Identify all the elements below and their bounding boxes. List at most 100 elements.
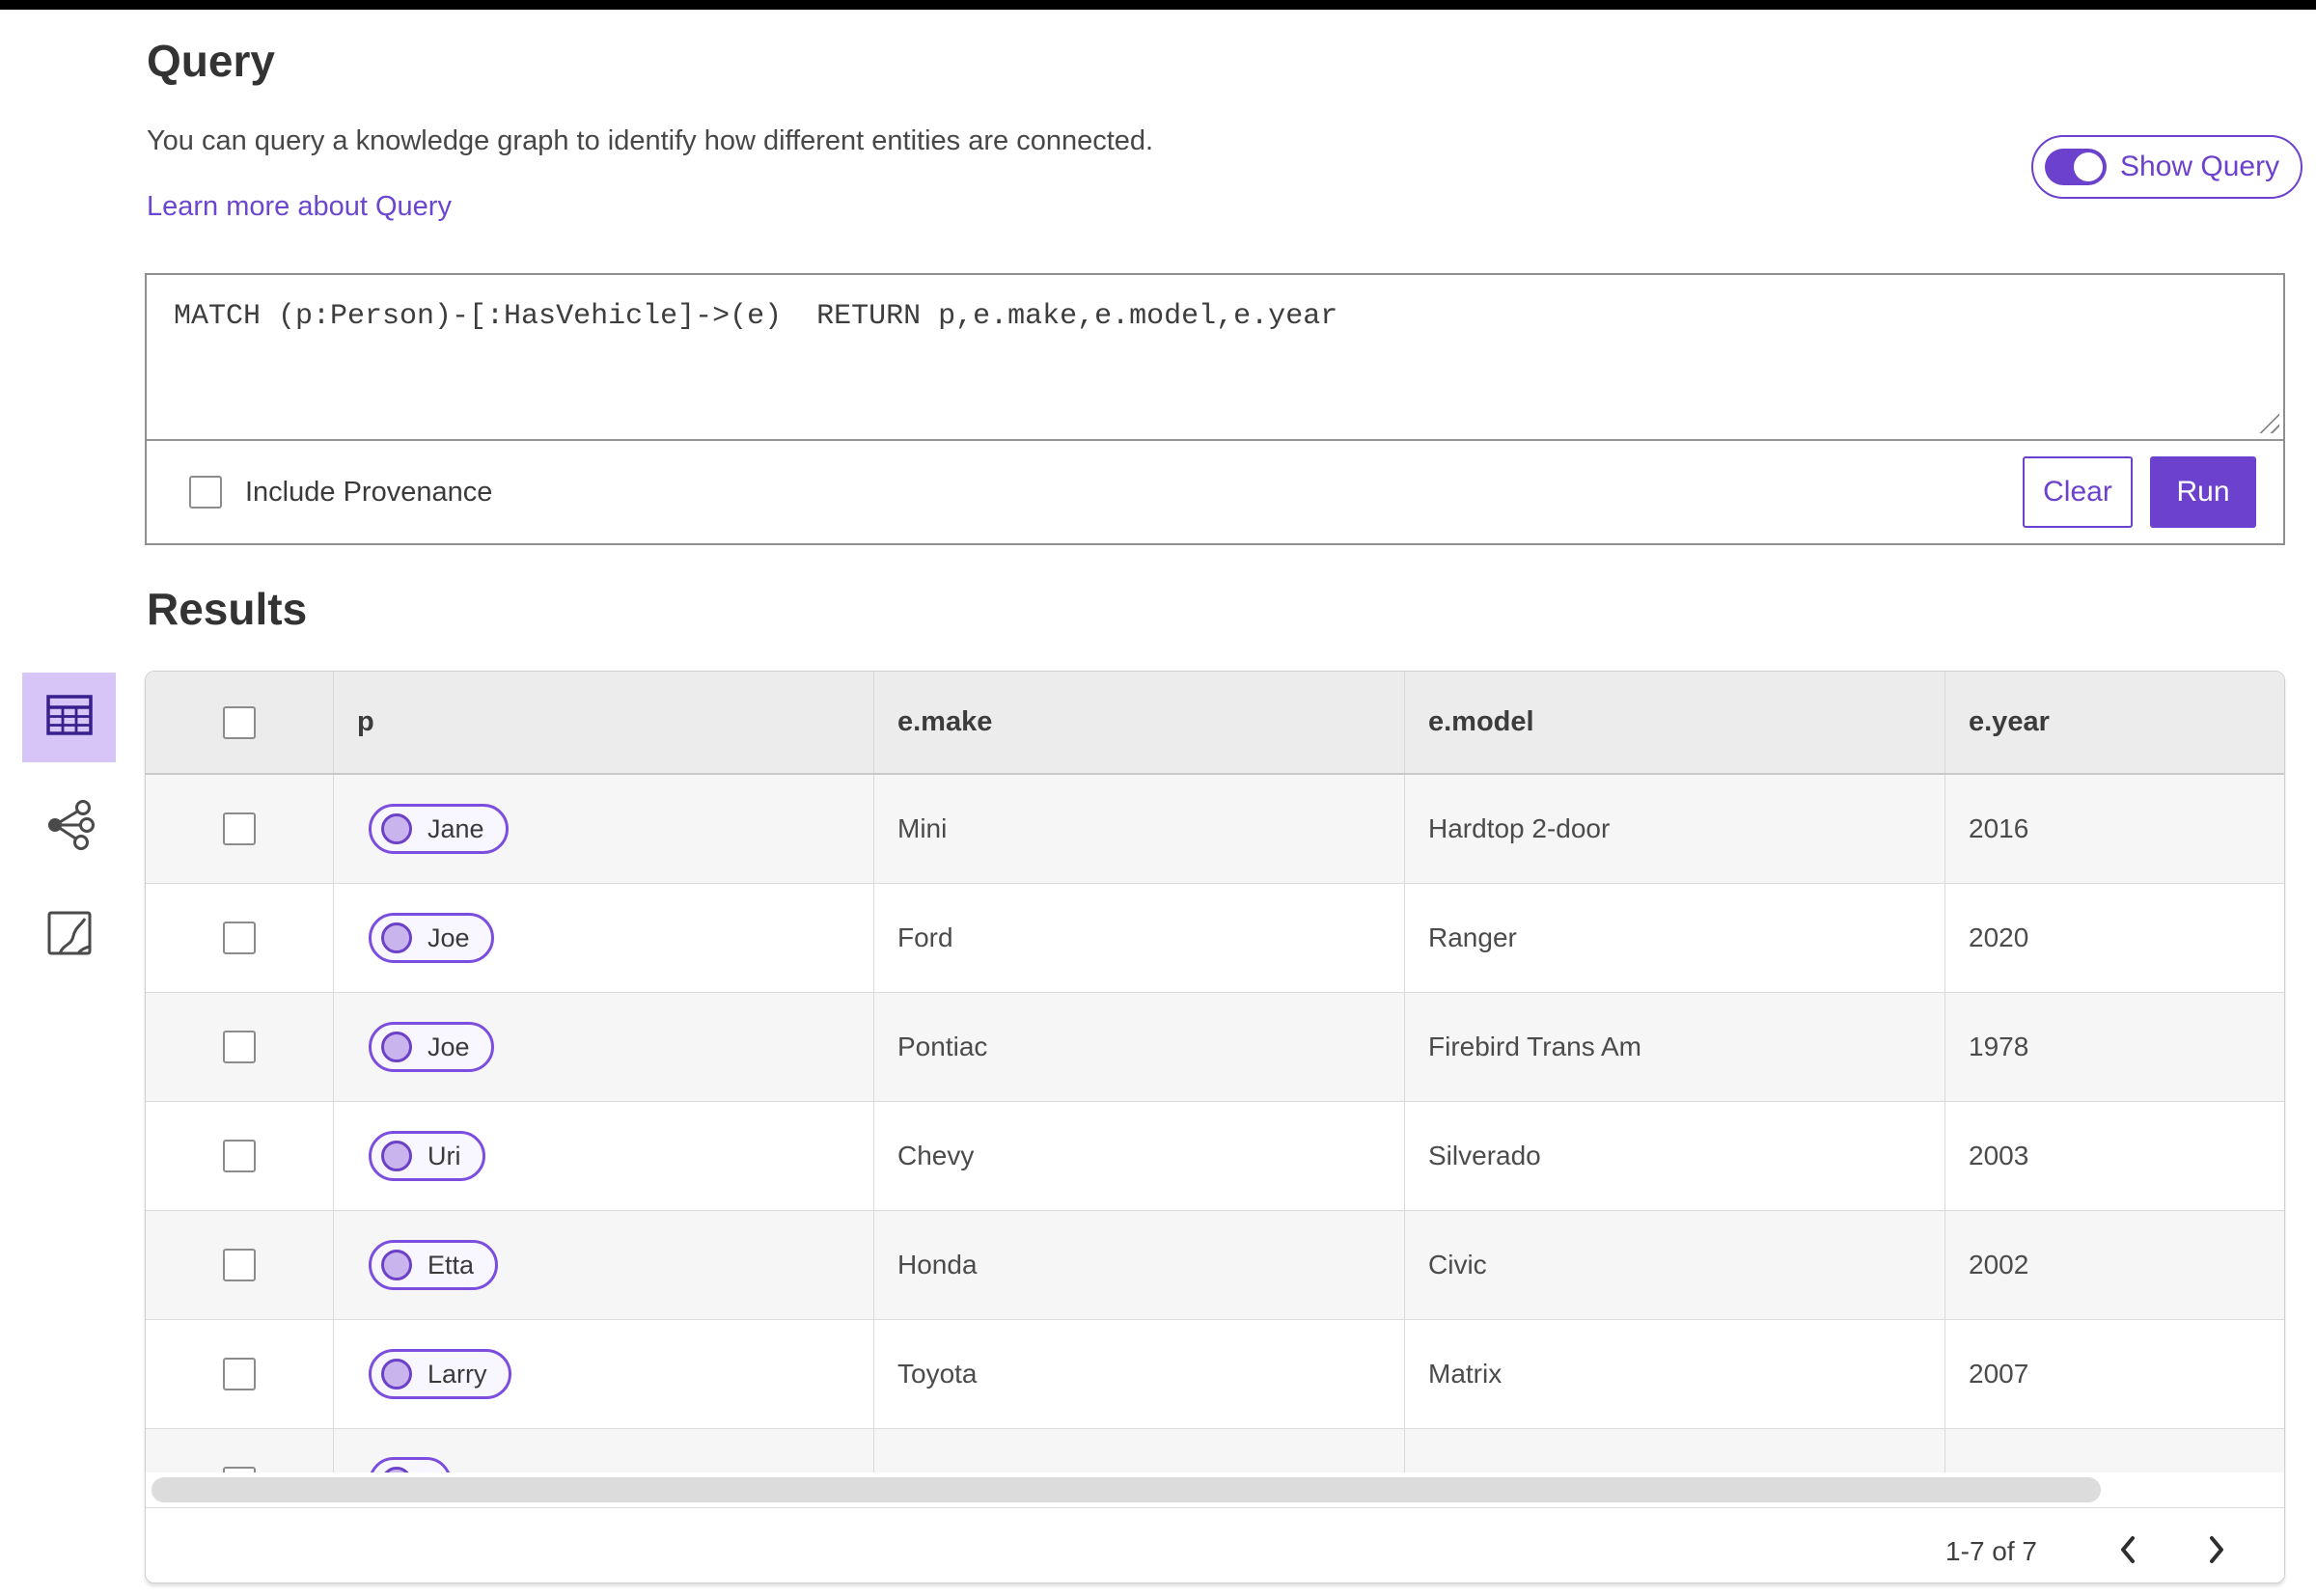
row-checkbox[interactable] xyxy=(223,922,256,954)
table-row: Etta Honda Civic 2002 xyxy=(146,1211,2284,1320)
header-checkbox-cell xyxy=(146,672,334,773)
table-row: Joe Ford Ranger 2020 xyxy=(146,884,2284,993)
table-row-partial xyxy=(146,1429,2284,1472)
show-query-toggle[interactable]: Show Query xyxy=(2031,135,2303,199)
graph-view-icon xyxy=(43,798,96,855)
node-circle-icon xyxy=(381,813,412,844)
pagination-next-button[interactable] xyxy=(2195,1530,2238,1573)
make-cell: Chevy xyxy=(874,1102,1405,1210)
person-cell: Larry xyxy=(334,1320,874,1428)
page-title: Query xyxy=(147,36,275,86)
model-cell: Silverado xyxy=(1405,1102,1945,1210)
model-cell: Firebird Trans Am xyxy=(1405,993,1945,1101)
person-cell: Uri xyxy=(334,1102,874,1210)
table-header-row: p e.make e.model e.year xyxy=(146,672,2284,775)
row-checkbox[interactable] xyxy=(223,812,256,845)
node-circle-icon xyxy=(381,1359,412,1390)
toggle-switch-icon[interactable] xyxy=(2045,149,2107,185)
show-query-label: Show Query xyxy=(2120,151,2280,182)
person-node-pill[interactable]: Uri xyxy=(369,1131,485,1181)
window-top-bar xyxy=(0,0,2316,10)
table-row: Uri Chevy Silverado 2003 xyxy=(146,1102,2284,1211)
person-node-pill[interactable]: Joe xyxy=(369,1022,494,1072)
make-cell: Pontiac xyxy=(874,993,1405,1101)
person-node-label: Larry xyxy=(427,1359,487,1389)
horizontal-scrollbar[interactable] xyxy=(146,1472,2284,1507)
learn-more-link[interactable]: Learn more about Query xyxy=(147,191,452,223)
row-checkbox[interactable] xyxy=(223,1031,256,1063)
chevron-right-icon xyxy=(2207,1534,2226,1568)
person-node-pill[interactable]: Etta xyxy=(369,1240,499,1290)
person-cell: Joe xyxy=(334,884,874,992)
chevron-left-icon xyxy=(2118,1534,2137,1568)
person-cell: Jane xyxy=(334,775,874,883)
row-checkbox-cell xyxy=(146,1102,334,1210)
header-col-make: e.make xyxy=(874,672,1405,773)
include-provenance-checkbox[interactable] xyxy=(189,476,222,509)
person-node-pill[interactable]: Joe xyxy=(369,913,494,963)
query-editor-wrap: MATCH (p:Person)-[:HasVehicle]->(e) RETU… xyxy=(147,275,2283,441)
query-input[interactable]: MATCH (p:Person)-[:HasVehicle]->(e) RETU… xyxy=(147,275,2283,441)
select-all-checkbox[interactable] xyxy=(223,705,256,739)
query-footer: Include Provenance Clear Run xyxy=(147,441,2283,543)
results-title: Results xyxy=(147,584,308,634)
table-body: Jane Mini Hardtop 2-door 2016 Joe Ford Ranger 2… xyxy=(146,775,2284,1429)
map-view-button[interactable] xyxy=(22,891,116,980)
table-row: Larry Toyota Matrix 2007 xyxy=(146,1320,2284,1429)
row-checkbox[interactable] xyxy=(223,1358,256,1390)
header-col-year: e.year xyxy=(1969,706,2050,737)
make-cell xyxy=(874,1429,1405,1472)
person-node-label: Jane xyxy=(427,813,484,843)
person-node-pill[interactable] xyxy=(369,1456,452,1472)
node-circle-icon xyxy=(381,1250,412,1280)
toggle-knob xyxy=(2074,152,2103,181)
row-checkbox-cell xyxy=(146,884,334,992)
model-cell xyxy=(1405,1429,1945,1472)
year-cell: 2002 xyxy=(1969,1250,2029,1280)
model-cell: Civic xyxy=(1405,1211,1945,1319)
person-node-label: Joe xyxy=(427,1032,470,1061)
make-cell: Ford xyxy=(874,884,1405,992)
model-cell: Matrix xyxy=(1405,1320,1945,1428)
header-col-model: e.model xyxy=(1405,672,1945,773)
node-circle-icon xyxy=(381,1141,412,1171)
person-cell xyxy=(334,1429,874,1472)
row-checkbox[interactable] xyxy=(223,1249,256,1281)
query-description: You can query a knowledge graph to ident… xyxy=(147,125,1154,156)
include-provenance-label: Include Provenance xyxy=(245,476,493,508)
make-cell: Toyota xyxy=(874,1320,1405,1428)
node-circle-icon xyxy=(381,922,412,953)
pagination-bar: 1-7 of 7 xyxy=(146,1507,2284,1582)
model-cell: Ranger xyxy=(1405,884,1945,992)
make-cell: Mini xyxy=(874,775,1405,883)
person-node-pill[interactable]: Jane xyxy=(369,804,509,854)
graph-view-button[interactable] xyxy=(22,782,116,871)
header-col-p: p xyxy=(334,672,874,773)
row-checkbox-cell xyxy=(146,1429,334,1472)
make-cell: Honda xyxy=(874,1211,1405,1319)
row-checkbox[interactable] xyxy=(223,1140,256,1172)
run-button[interactable]: Run xyxy=(2150,456,2256,528)
pagination-prev-button[interactable] xyxy=(2107,1530,2149,1573)
row-checkbox-cell xyxy=(146,1320,334,1428)
model-cell: Hardtop 2-door xyxy=(1405,775,1945,883)
person-node-label: Uri xyxy=(427,1141,461,1170)
year-cell: 2007 xyxy=(1969,1359,2029,1389)
row-checkbox-cell xyxy=(146,1211,334,1319)
table-row: Jane Mini Hardtop 2-door 2016 xyxy=(146,775,2284,884)
row-checkbox-cell xyxy=(146,993,334,1101)
horizontal-scrollbar-thumb[interactable] xyxy=(152,1477,2101,1502)
person-node-label: Joe xyxy=(427,922,470,952)
pagination-range-label: 1-7 of 7 xyxy=(1945,1535,2037,1566)
person-node-pill[interactable]: Larry xyxy=(369,1349,511,1399)
query-editor-container: MATCH (p:Person)-[:HasVehicle]->(e) RETU… xyxy=(145,273,2285,545)
year-cell: 2020 xyxy=(1969,922,2029,952)
node-circle-icon xyxy=(381,1032,412,1062)
clear-button[interactable]: Clear xyxy=(2023,456,2133,528)
results-table-card: p e.make e.model e.year Jane Mini Hardtop … xyxy=(145,671,2285,1583)
person-cell: Etta xyxy=(334,1211,874,1319)
view-switcher-rail xyxy=(22,673,116,980)
year-cell: 1978 xyxy=(1969,1032,2029,1061)
table-view-button[interactable] xyxy=(22,673,116,762)
table-view-icon xyxy=(45,695,93,740)
